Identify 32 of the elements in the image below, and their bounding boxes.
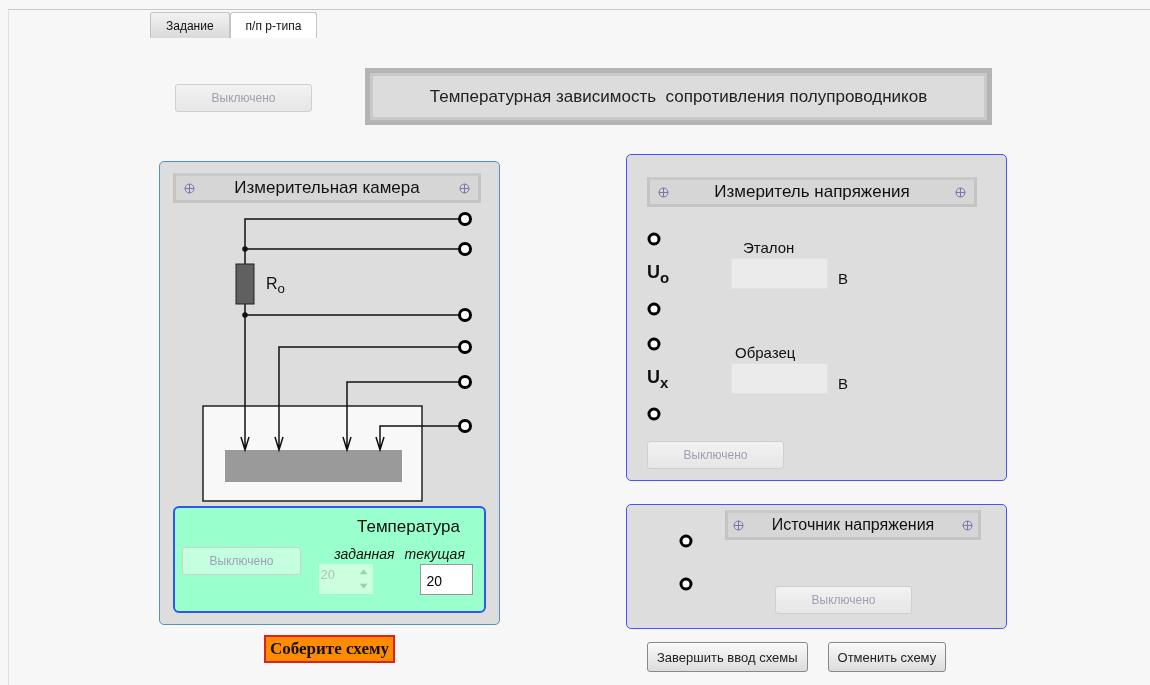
panel-title: Измерительная камера: [234, 178, 420, 198]
action-button[interactable]: Отменить схему: [827, 642, 947, 672]
status-message: Соберите схему: [264, 635, 395, 663]
terminal-icon: [647, 406, 661, 421]
title-banner: Температурная зависимость сопротивления полупроводников: [365, 68, 992, 125]
set-label: заданная: [334, 546, 395, 562]
circle-plus-icon: [658, 186, 669, 198]
voltage-symbol: U$_{x}$: [647, 366, 669, 387]
terminal-icon: [647, 301, 661, 316]
reference-label: Эталон: [743, 239, 796, 256]
current-temperature-field[interactable]: 20: [419, 564, 473, 595]
unit-label: В: [838, 270, 848, 287]
panel-title: Измеритель напряжения: [714, 182, 910, 202]
temperature-title: Температура: [357, 517, 460, 537]
sample-label: Образец: [735, 344, 797, 361]
circle-plus-icon: [184, 182, 195, 194]
circle-plus-icon: [459, 182, 470, 194]
tab[interactable]: Задание: [150, 12, 230, 38]
resistor-label: R$_{o}$: [266, 275, 285, 292]
terminal-icon: [679, 534, 693, 548]
voltage-symbol: U$_{o}$: [647, 261, 670, 282]
current-label: текущая: [404, 546, 465, 562]
terminal-icon: [679, 577, 693, 591]
terminal-icon: [647, 336, 661, 351]
tab[interactable]: п/п р-типа: [229, 12, 318, 38]
terminal-icon: [647, 231, 661, 246]
action-button[interactable]: Завершить ввод схемы: [647, 642, 808, 672]
circle-plus-icon: [955, 186, 966, 198]
unit-label: В: [838, 375, 848, 392]
circle-plus-icon: [962, 519, 973, 531]
circle-plus-icon: [733, 519, 744, 531]
panel-title: Источник напряжения: [771, 516, 935, 534]
